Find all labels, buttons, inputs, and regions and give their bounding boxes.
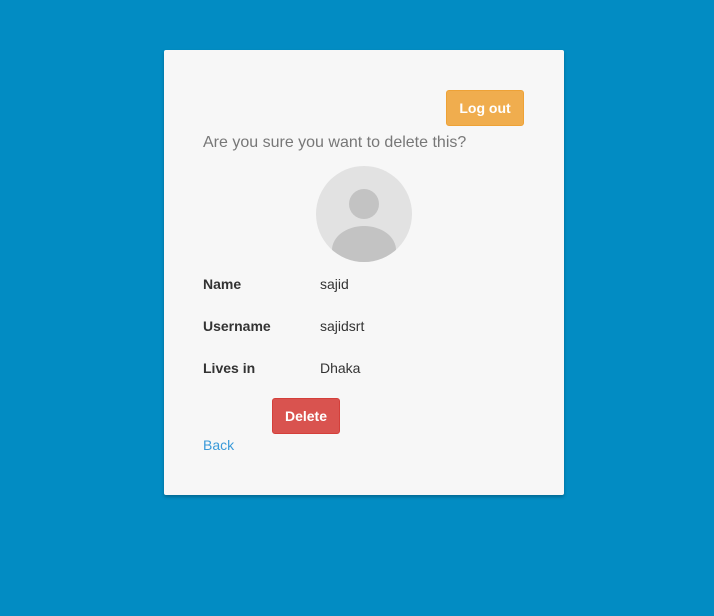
delete-question: Are you sure you want to delete this? bbox=[203, 134, 467, 151]
detail-label: Username bbox=[203, 318, 271, 334]
detail-label: Name bbox=[203, 276, 242, 292]
detail-value: sajidsrt bbox=[320, 318, 365, 334]
back-link[interactable]: Back bbox=[203, 437, 234, 453]
detail-label: Lives in bbox=[203, 360, 256, 376]
delete-button[interactable]: Delete bbox=[272, 398, 340, 434]
delete-confirmation-card: Log out Are you sure you want to delete … bbox=[164, 50, 564, 495]
detail-value: sajid bbox=[320, 276, 349, 292]
user-placeholder-icon bbox=[316, 166, 412, 262]
logout-button[interactable]: Log out bbox=[446, 90, 524, 126]
detail-value: Dhaka bbox=[320, 360, 361, 376]
